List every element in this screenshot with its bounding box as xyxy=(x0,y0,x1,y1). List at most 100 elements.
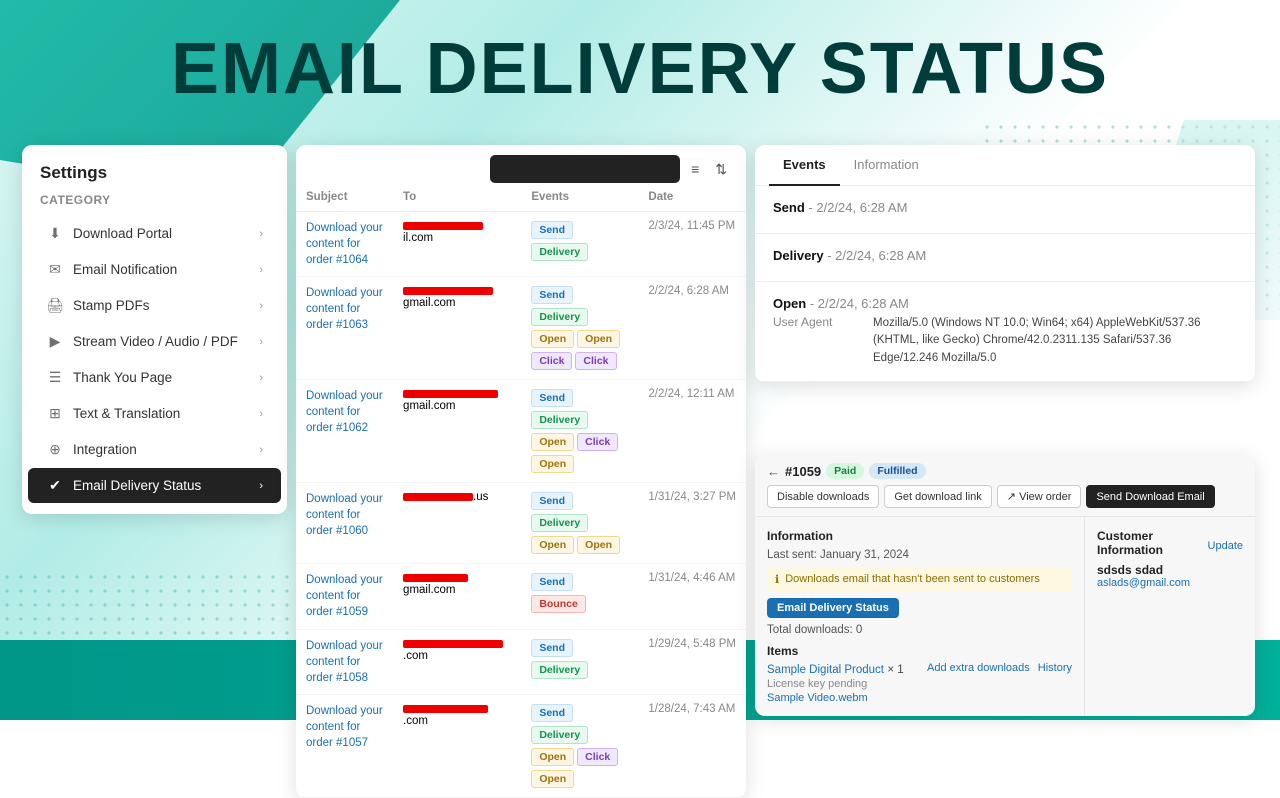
table-row[interactable]: Download your content for order #1058 .co… xyxy=(296,629,746,694)
search-bar-black[interactable] xyxy=(490,155,680,183)
sidebar-item-integration[interactable]: ⊕ Integration › xyxy=(28,432,281,467)
table-row[interactable]: Download your content for order #1057 .co… xyxy=(296,694,746,797)
table-row[interactable]: Download your content for order #1064 il.… xyxy=(296,212,746,277)
menu-icon-stamp-pdfs: 🖨 xyxy=(46,297,64,314)
update-link[interactable]: Update xyxy=(1208,540,1243,552)
chevron-icon-download-portal: › xyxy=(259,228,263,240)
product-link[interactable]: Sample Digital Product xyxy=(767,664,884,676)
event-item: Open - 2/2/24, 6:28 AM User Agent Mozill… xyxy=(755,282,1255,382)
email-subject-link[interactable]: Download your content for order #1057 xyxy=(306,705,383,749)
event-tag-open: Open xyxy=(577,536,620,554)
event-tag-send: Send xyxy=(531,389,573,407)
event-tags: SendDelivery xyxy=(531,638,628,680)
chevron-icon-stream-video: › xyxy=(259,336,263,348)
sidebar-item-text-translation[interactable]: ⊞ Text & Translation › xyxy=(28,396,281,431)
date-cell: 2/2/24, 6:28 AM xyxy=(638,277,746,380)
email-delivery-status-button[interactable]: Email Delivery Status xyxy=(767,598,899,618)
menu-label-text-translation: Text & Translation xyxy=(73,406,180,421)
event-tags: SendDeliveryOpenClickOpen xyxy=(531,703,628,789)
disable-downloads-button[interactable]: Disable downloads xyxy=(767,485,879,508)
license-key-row: License key pending xyxy=(767,678,1072,690)
product-file[interactable]: Sample Video.webm xyxy=(767,692,1072,704)
order-id: #1059 xyxy=(785,464,821,479)
table-row[interactable]: Download your content for order #1062gma… xyxy=(296,380,746,483)
email-subject-link[interactable]: Download your content for order #1064 xyxy=(306,222,383,266)
date-cell: 1/29/24, 5:48 PM xyxy=(638,629,746,694)
event-tag-delivery: Delivery xyxy=(531,726,588,744)
event-item: Delivery - 2/2/24, 6:28 AM xyxy=(755,234,1255,282)
sidebar-item-email-delivery-status[interactable]: ✔ Email Delivery Status › xyxy=(28,468,281,503)
total-downloads: Total downloads: 0 xyxy=(767,624,1072,636)
tab-events[interactable]: Events xyxy=(769,145,840,186)
alert-text: Downloads email that hasn't been sent to… xyxy=(785,573,1040,585)
sidebar-item-thank-you-page[interactable]: ☰ Thank You Page › xyxy=(28,360,281,395)
event-type: Send xyxy=(773,200,805,215)
email-subject-link[interactable]: Download your content for order #1062 xyxy=(306,390,383,434)
event-date: - 2/2/24, 6:28 AM xyxy=(827,248,926,263)
menu-label-download-portal: Download Portal xyxy=(73,226,172,241)
order-actions: Disable downloads Get download link ↗ Vi… xyxy=(767,485,1215,508)
email-subject-link[interactable]: Download your content for order #1058 xyxy=(306,640,383,684)
info-section-title: Information xyxy=(767,529,1072,543)
event-tag-open: Open xyxy=(577,330,620,348)
page-title: EMAIL DELIVERY STATUS xyxy=(0,28,1280,110)
sidebar-item-download-portal[interactable]: ⬇ Download Portal › xyxy=(28,216,281,251)
sidebar-item-stream-video[interactable]: ▶ Stream Video / Audio / PDF › xyxy=(28,324,281,359)
add-extra-link[interactable]: Add extra downloads xyxy=(927,662,1030,674)
email-suffix: il.com xyxy=(403,232,433,244)
menu-label-integration: Integration xyxy=(73,442,137,457)
customer-name: sdsds sdad xyxy=(1097,563,1243,577)
email-subject-link[interactable]: Download your content for order #1060 xyxy=(306,493,383,537)
customer-email: aslads@gmail.com xyxy=(1097,577,1243,589)
email-panel-toolbar: ≡ ⇅ xyxy=(296,145,746,183)
menu-icon-stream-video: ▶ xyxy=(46,333,64,350)
email-subject-link[interactable]: Download your content for order #1059 xyxy=(306,574,383,618)
date-cell: 2/2/24, 12:11 AM xyxy=(638,380,746,483)
sidebar-item-email-notification[interactable]: ✉ Email Notification › xyxy=(28,252,281,287)
event-date: - 2/2/24, 6:28 AM xyxy=(808,200,907,215)
event-item: Send - 2/2/24, 6:28 AM xyxy=(755,186,1255,234)
event-tag-send: Send xyxy=(531,573,573,591)
email-suffix: .com xyxy=(403,715,428,727)
menu-label-thank-you-page: Thank You Page xyxy=(73,370,172,385)
fulfilled-badge: Fulfilled xyxy=(869,463,925,479)
view-order-button[interactable]: ↗ View order xyxy=(997,485,1082,508)
events-panel: Events Information Send - 2/2/24, 6:28 A… xyxy=(755,145,1255,382)
send-download-email-button[interactable]: Send Download Email xyxy=(1086,485,1214,508)
table-row[interactable]: Download your content for order #1063gma… xyxy=(296,277,746,380)
table-row[interactable]: Download your content for order #1059 gma… xyxy=(296,564,746,629)
last-sent-row: Last sent: January 31, 2024 xyxy=(767,549,1072,561)
chevron-icon-integration: › xyxy=(259,444,263,456)
order-left: Information Last sent: January 31, 2024 … xyxy=(755,517,1085,716)
email-table: Subject To Events Date Download your con… xyxy=(296,183,746,798)
menu-label-stamp-pdfs: Stamp PDFs xyxy=(73,298,150,313)
event-tag-click: Click xyxy=(531,352,572,370)
product-qty: × 1 xyxy=(887,664,903,676)
date-cell: 2/3/24, 11:45 PM xyxy=(638,212,746,277)
sidebar-item-stamp-pdfs[interactable]: 🖨 Stamp PDFs › xyxy=(28,288,281,323)
col-date: Date xyxy=(638,183,746,212)
events-tabs: Events Information xyxy=(755,145,1255,186)
date-cell: 1/31/24, 3:27 PM xyxy=(638,483,746,564)
order-header: ← #1059 Paid Fulfilled Disable downloads… xyxy=(755,455,1255,517)
email-suffix: gmail.com xyxy=(403,584,455,596)
table-row[interactable]: Download your content for order #1060.us… xyxy=(296,483,746,564)
settings-title: Settings xyxy=(22,163,287,193)
email-subject-link[interactable]: Download your content for order #1063 xyxy=(306,287,383,331)
email-suffix: .com xyxy=(403,650,428,662)
event-tag-delivery: Delivery xyxy=(531,514,588,532)
history-link[interactable]: History xyxy=(1038,662,1072,674)
get-download-link-button[interactable]: Get download link xyxy=(884,485,991,508)
event-header: Send - 2/2/24, 6:28 AM xyxy=(773,200,1237,215)
chevron-icon-email-notification: › xyxy=(259,264,263,276)
email-list-panel: ≡ ⇅ Subject To Events Date Download your… xyxy=(296,145,746,798)
event-tag-delivery: Delivery xyxy=(531,308,588,326)
event-tag-open: Open xyxy=(531,433,574,451)
order-panel: ← #1059 Paid Fulfilled Disable downloads… xyxy=(755,455,1255,716)
tab-information[interactable]: Information xyxy=(840,145,933,186)
back-button[interactable]: ← xyxy=(767,464,780,479)
filter-icon[interactable]: ≡ xyxy=(686,157,704,181)
alert-icon: ℹ xyxy=(775,573,779,586)
sort-icon[interactable]: ⇅ xyxy=(710,157,732,182)
event-tag-click: Click xyxy=(577,748,618,766)
